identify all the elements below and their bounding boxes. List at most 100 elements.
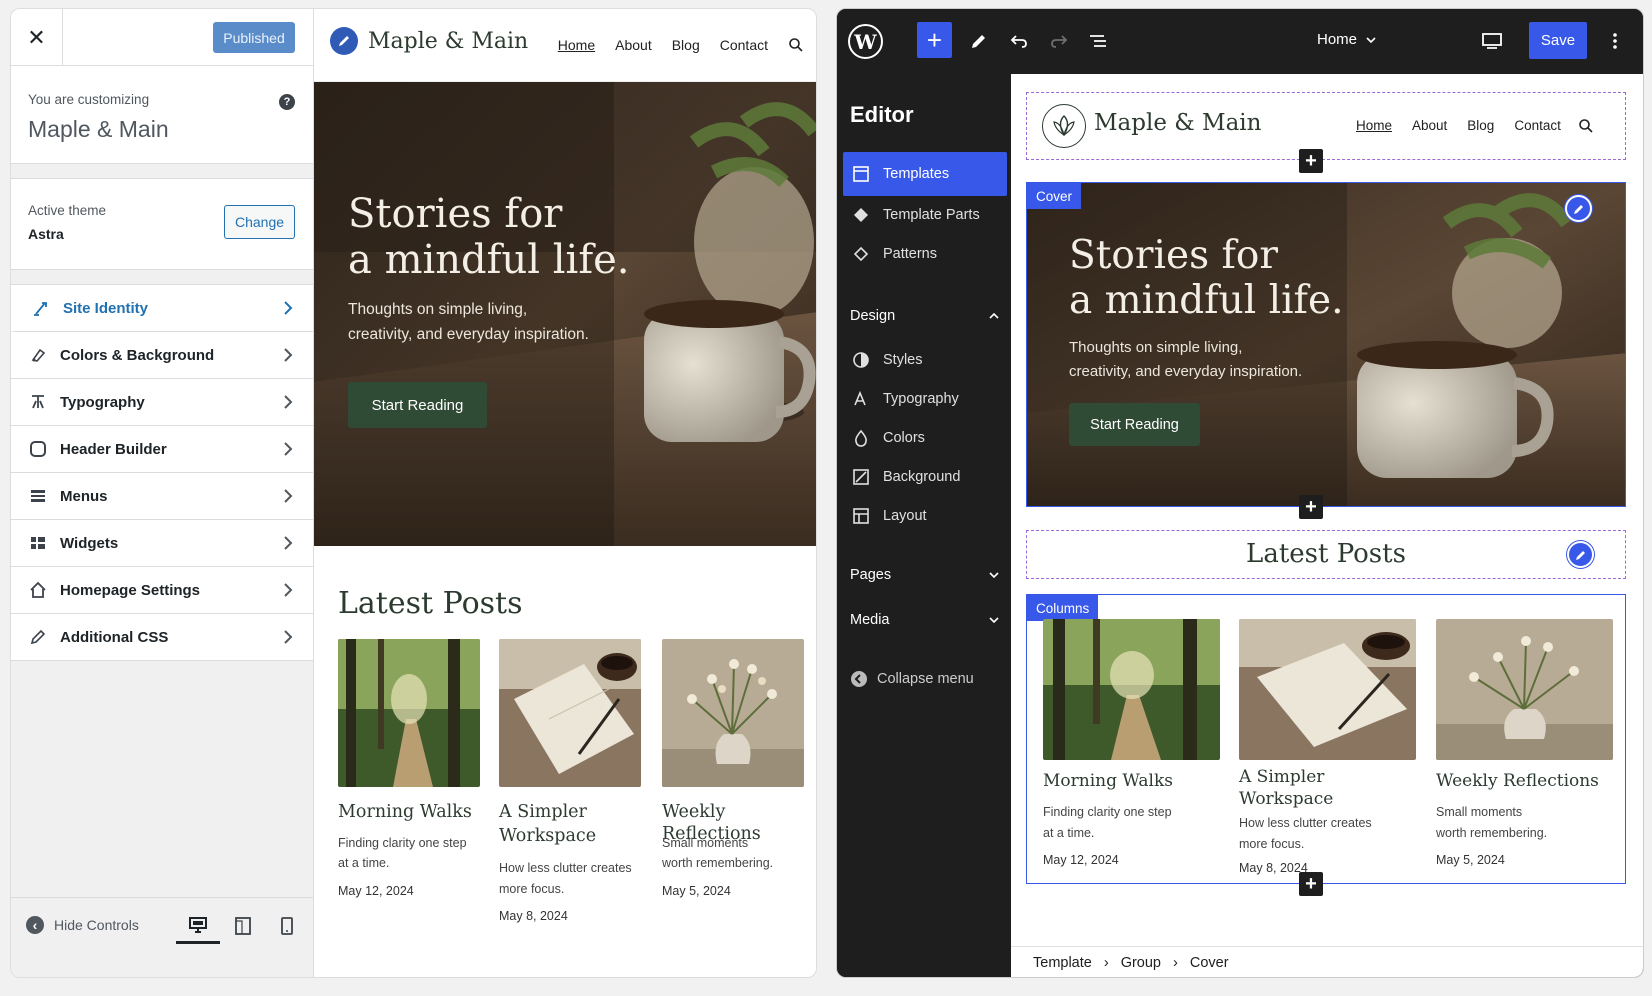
pages-section-toggle[interactable]: Pages [850, 567, 1000, 583]
menu-item-header-builder[interactable]: Header Builder [11, 426, 313, 473]
post-title[interactable]: Morning Walks [338, 802, 472, 824]
nav-home[interactable]: Home [1356, 118, 1392, 133]
sidebar-item-template-parts[interactable]: Template Parts [843, 193, 1007, 237]
published-button[interactable]: Published [213, 22, 295, 53]
undo-icon[interactable] [1007, 29, 1031, 53]
leaf-logo-icon[interactable] [1042, 104, 1086, 148]
search-icon[interactable] [788, 37, 804, 53]
hero-title-line-2: a mindful life. [348, 237, 630, 283]
menu-item-additional-css[interactable]: Additional CSS [11, 614, 313, 661]
post-card[interactable]: Morning Walks Finding clarity one step a… [338, 639, 480, 909]
templates-icon [851, 164, 871, 184]
sidebar-item-label: Colors [883, 430, 925, 446]
save-button[interactable]: Save [1529, 22, 1587, 59]
menu-item-typography[interactable]: Typography [11, 379, 313, 426]
sidebar-item-label: Templates [883, 166, 950, 182]
columns-block[interactable]: Columns Morning Walks Finding clarity on… [1026, 594, 1626, 884]
nav-about[interactable]: About [615, 37, 652, 53]
post-title[interactable]: Weekly Reflections [1436, 771, 1599, 792]
nav-blog[interactable]: Blog [1467, 118, 1494, 133]
typography-icon [28, 392, 48, 412]
post-title-line-1[interactable]: A Simpler [499, 802, 587, 824]
nav-home[interactable]: Home [558, 37, 595, 53]
post-title-line-2[interactable]: Workspace [1239, 789, 1333, 810]
template-name: Home [1317, 31, 1358, 48]
sidebar-item-label: Patterns [883, 246, 937, 262]
list-view-icon[interactable] [1086, 29, 1110, 53]
desktop-preview-button[interactable] [176, 908, 220, 944]
site-logo-icon[interactable] [330, 27, 358, 55]
sidebar-item-patterns[interactable]: Patterns [843, 232, 1007, 276]
post-card[interactable]: Morning Walks Finding clarity one step a… [1043, 619, 1220, 879]
heading-block[interactable]: Latest Posts [1026, 530, 1626, 579]
device-preview-icon[interactable] [1480, 29, 1504, 53]
help-icon[interactable]: ? [279, 94, 295, 110]
menu-item-menus[interactable]: Menus [11, 473, 313, 520]
sidebar-item-styles[interactable]: Styles [843, 338, 1007, 382]
cover-block[interactable]: Cover Stories for a mindful life. Though… [1026, 182, 1626, 507]
collapse-menu-button[interactable]: Collapse menu [850, 670, 1000, 688]
redo-icon[interactable] [1047, 29, 1071, 53]
menu-item-homepage-settings[interactable]: Homepage Settings [11, 567, 313, 614]
nav-about[interactable]: About [1412, 118, 1447, 133]
nav-contact[interactable]: Contact [1514, 118, 1561, 133]
active-theme-name: Astra [28, 226, 64, 242]
sidebar-item-layout[interactable]: Layout [843, 494, 1007, 538]
design-section-toggle[interactable]: Design [850, 308, 1000, 324]
edit-pencil-icon[interactable] [1567, 541, 1594, 568]
latest-posts-heading[interactable]: Latest Posts [1027, 539, 1625, 569]
sidebar-item-typography[interactable]: Typography [843, 377, 1007, 421]
options-menu-icon[interactable] [1603, 29, 1627, 53]
start-reading-button[interactable]: Start Reading [1069, 403, 1200, 446]
add-block-button[interactable]: + [1299, 149, 1323, 173]
site-title[interactable]: Maple & Main [1094, 110, 1261, 136]
breadcrumb-group[interactable]: Group [1121, 955, 1161, 971]
brush-icon [31, 298, 51, 318]
menu-item-site-identity[interactable]: Site Identity [11, 285, 313, 332]
wordpress-logo-icon[interactable]: W [848, 24, 883, 59]
post-card[interactable]: Weekly Reflections Small moments worth r… [1436, 619, 1613, 879]
editor-sidebar-title: Editor [850, 102, 914, 127]
block-inserter-button[interactable]: + [917, 22, 952, 58]
hero-cover[interactable]: Stories for a mindful life. Thoughts on … [314, 82, 816, 546]
mobile-icon [281, 917, 293, 935]
breadcrumb-cover[interactable]: Cover [1190, 955, 1229, 971]
post-card[interactable]: A Simpler Workspace How less clutter cre… [499, 639, 641, 939]
post-card[interactable]: A Simpler Workspace How less clutter cre… [1239, 619, 1416, 879]
post-title[interactable]: Morning Walks [1043, 771, 1173, 792]
mobile-preview-button[interactable] [265, 908, 309, 944]
customizer-window: ✕ Published You are customizing Maple & … [10, 8, 817, 978]
breadcrumb-template[interactable]: Template [1033, 955, 1092, 971]
add-block-button[interactable]: + [1299, 872, 1323, 896]
sidebar-item-label: Typography [883, 391, 959, 407]
sidebar-item-background[interactable]: Background [843, 455, 1007, 499]
nav-contact[interactable]: Contact [720, 37, 768, 53]
post-title-line-2[interactable]: Workspace [499, 826, 596, 848]
sidebar-item-label: Template Parts [883, 207, 980, 223]
edit-pencil-icon[interactable] [1565, 195, 1592, 222]
add-block-button[interactable]: + [1299, 495, 1323, 519]
close-button[interactable]: ✕ [11, 9, 63, 66]
post-card[interactable]: Weekly Reflections Small moments worth r… [662, 639, 804, 909]
header-block[interactable]: Maple & Main Home About Blog Contact [1026, 92, 1626, 160]
chevron-up-icon [989, 312, 999, 319]
post-title-line-1[interactable]: A Simpler [1239, 767, 1324, 788]
nav-blog[interactable]: Blog [672, 37, 700, 53]
hide-controls-button[interactable]: ‹ Hide Controls [26, 916, 139, 934]
tools-pencil-icon[interactable] [967, 29, 991, 53]
menu-item-widgets[interactable]: Widgets [11, 520, 313, 567]
chevron-down-icon [989, 572, 999, 579]
tablet-preview-button[interactable] [221, 908, 265, 944]
document-title-dropdown[interactable]: Home [1317, 31, 1377, 48]
menu-item-colors-background[interactable]: Colors & Background [11, 332, 313, 379]
sidebar-item-colors[interactable]: Colors [843, 416, 1007, 460]
menu-item-label: Site Identity [63, 299, 149, 317]
chevron-right-icon [284, 395, 293, 409]
change-theme-button[interactable]: Change [224, 205, 295, 239]
sidebar-item-templates[interactable]: Templates [843, 152, 1007, 196]
site-title[interactable]: Maple & Main [368, 29, 528, 54]
start-reading-button[interactable]: Start Reading [348, 382, 487, 428]
media-label: Media [850, 612, 890, 628]
media-section-toggle[interactable]: Media [850, 612, 1000, 628]
search-icon[interactable] [1578, 118, 1594, 134]
